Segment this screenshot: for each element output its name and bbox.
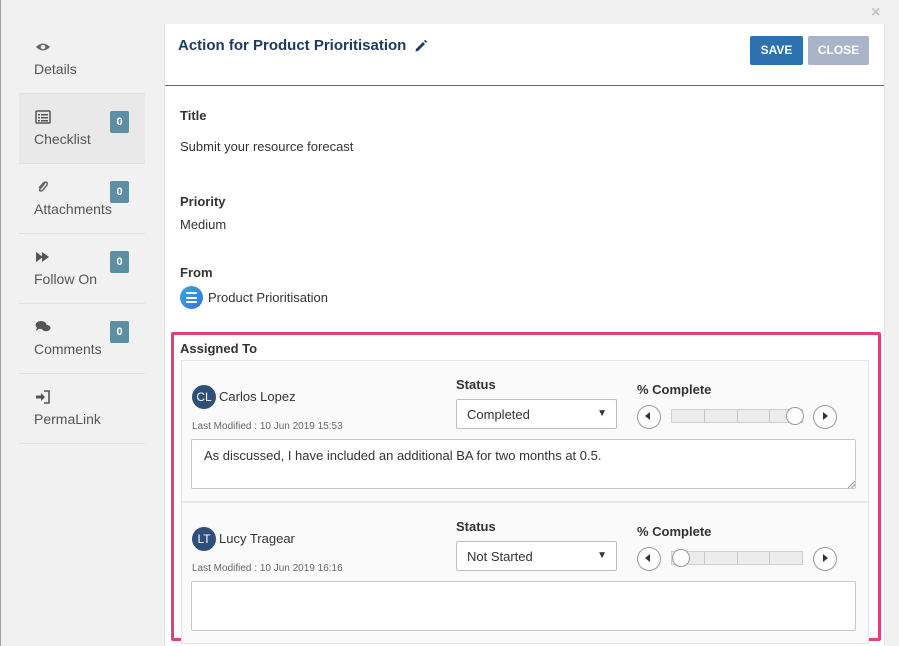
comment-field[interactable]: As discussed, I have included an additio…: [191, 439, 856, 489]
assigned-to-section: Assigned To CL Carlos Lopez Last Modifie…: [171, 332, 881, 644]
sidebar-item-label: Details: [34, 61, 77, 77]
caret-down-icon: ▼: [597, 550, 607, 561]
close-button[interactable]: CLOSE: [808, 36, 869, 65]
save-button[interactable]: SAVE: [750, 36, 803, 65]
sidebar-item-label: Checklist: [34, 131, 91, 147]
arrow-left-icon: [645, 412, 650, 420]
status-select[interactable]: Completed ▼: [456, 399, 617, 429]
percent-slider[interactable]: [671, 549, 803, 567]
arrow-right-icon: [823, 554, 828, 562]
count-badge: 0: [110, 251, 129, 273]
percent-complete-label: % Complete: [637, 524, 712, 539]
window-edge: [0, 0, 1, 646]
arrow-left-icon: [645, 554, 650, 562]
status-value: Completed: [467, 407, 530, 422]
decrease-button[interactable]: [637, 405, 661, 429]
comment-field[interactable]: [191, 581, 856, 631]
sidebar-item-label: Attachments: [34, 201, 112, 217]
resize-handle-icon[interactable]: [848, 481, 855, 488]
title-label: Title: [180, 108, 207, 123]
last-modified: Last Modified : 10 Jun 2019 16:16: [192, 563, 343, 574]
menu-lines-icon: [180, 286, 203, 309]
checklist-icon: [35, 110, 51, 124]
sidebar-item-attachments[interactable]: Attachments 0: [19, 164, 145, 234]
paperclip-icon: [38, 181, 49, 192]
eye-icon: [36, 43, 50, 51]
from-label: From: [180, 265, 213, 280]
assignee-name: Lucy Tragear: [219, 531, 295, 546]
sidebar-item-details[interactable]: Details: [19, 24, 145, 94]
status-value: Not Started: [467, 549, 533, 564]
fast-forward-icon: [36, 252, 49, 262]
status-label: Status: [456, 519, 496, 534]
sidebar-item-label: Comments: [34, 341, 102, 357]
assignee-card: LT Lucy Tragear Last Modified : 10 Jun 2…: [181, 502, 869, 644]
sidebar: Details Checklist 0 Attachments 0 Follow…: [19, 24, 145, 444]
sidebar-item-follow-on[interactable]: Follow On 0: [19, 234, 145, 304]
increase-button[interactable]: [813, 547, 837, 571]
page-title: Action for Product Prioritisation: [178, 37, 407, 54]
caret-down-icon: ▼: [597, 408, 607, 419]
assignee-card: CL Carlos Lopez Last Modified : 10 Jun 2…: [181, 360, 869, 502]
sidebar-item-label: PermaLink: [34, 411, 101, 427]
comments-icon: [35, 321, 51, 332]
increase-button[interactable]: [813, 405, 837, 429]
avatar: CL: [192, 385, 216, 409]
percent-complete-label: % Complete: [637, 382, 712, 397]
sidebar-item-label: Follow On: [34, 271, 98, 287]
count-badge: 0: [110, 111, 129, 133]
last-modified: Last Modified : 10 Jun 2019 15:53: [192, 421, 343, 432]
sidebar-item-permalink[interactable]: PermaLink: [19, 374, 145, 444]
panel-header: Action for Product Prioritisation SAVE C…: [165, 24, 884, 86]
priority-value: Medium: [180, 217, 227, 232]
close-icon[interactable]: ×: [871, 4, 880, 22]
count-badge: 0: [110, 321, 129, 343]
status-label: Status: [456, 377, 496, 392]
assignee-name: Carlos Lopez: [219, 389, 296, 404]
decrease-button[interactable]: [637, 547, 661, 571]
sidebar-item-checklist[interactable]: Checklist 0: [19, 94, 145, 164]
slider-thumb[interactable]: [672, 549, 690, 567]
from-value: Product Prioritisation: [208, 290, 328, 305]
pencil-icon[interactable]: [414, 39, 428, 53]
count-badge: 0: [110, 181, 129, 203]
priority-label: Priority: [180, 194, 226, 209]
arrow-right-icon: [823, 412, 828, 420]
avatar: LT: [192, 527, 216, 551]
status-select[interactable]: Not Started ▼: [456, 541, 617, 571]
slider-thumb[interactable]: [786, 407, 804, 425]
percent-slider[interactable]: [671, 407, 804, 425]
sidebar-item-comments[interactable]: Comments 0: [19, 304, 145, 374]
title-value: Submit your resource forecast: [180, 139, 354, 154]
assigned-to-label: Assigned To: [180, 341, 258, 356]
sign-in-icon: [36, 390, 50, 404]
